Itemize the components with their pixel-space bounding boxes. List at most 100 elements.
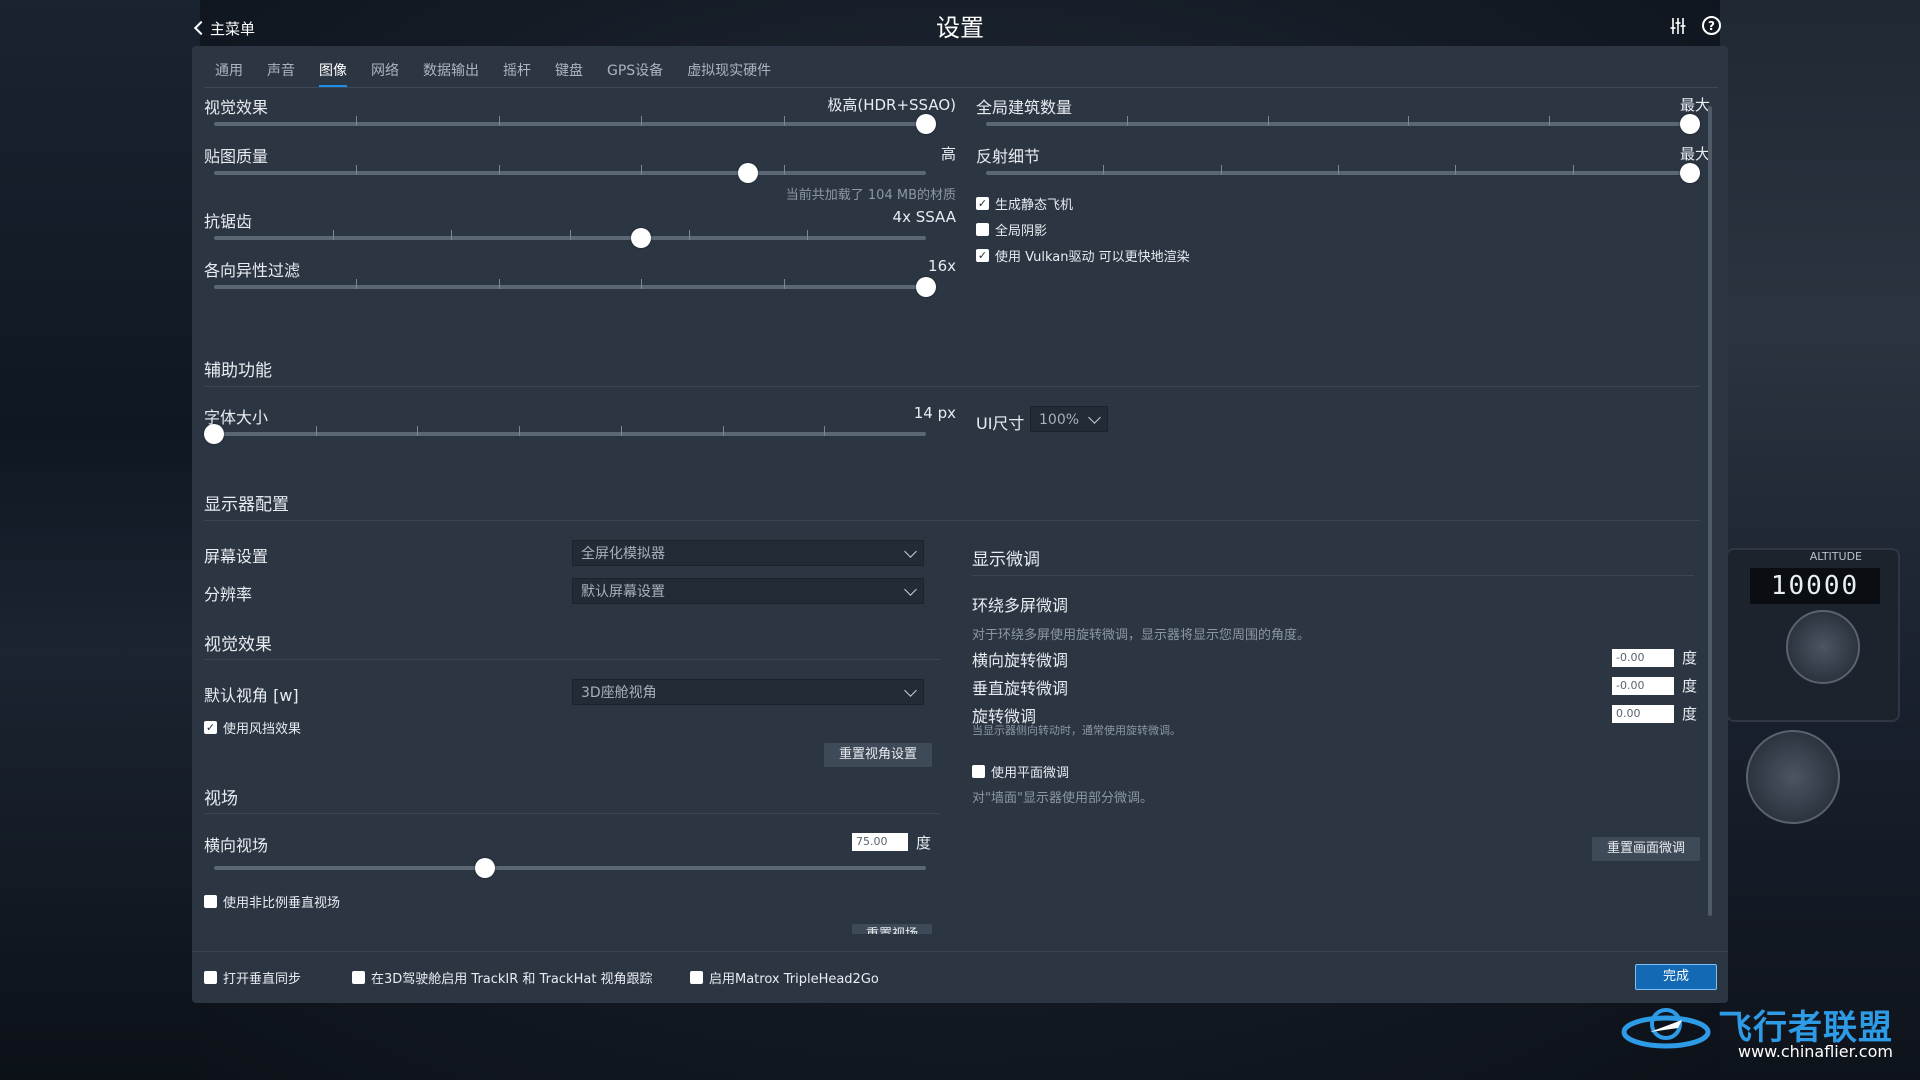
slider-tick: [1455, 165, 1456, 175]
default-view-label: 默认视角 [w]: [204, 686, 299, 705]
global-shadows-checkbox[interactable]: 全局阴影: [976, 220, 1047, 239]
screen-setting-label: 屏幕设置: [204, 547, 269, 566]
default-view-value: 3D座舱视角: [581, 685, 657, 701]
tab-network[interactable]: 网络: [371, 60, 399, 88]
vulkan-checkbox[interactable]: ✓ 使用 Vulkan驱动 可以更快地渲染: [976, 246, 1190, 265]
slider-track: [214, 122, 926, 126]
monitor-config-divider: [204, 520, 1700, 521]
reset-view-button[interactable]: 重置视角设置: [824, 743, 932, 767]
slider-tick: [1408, 116, 1409, 126]
slider-tick: [499, 279, 500, 289]
slider-tick: [784, 116, 785, 126]
chevron-down-icon: [904, 545, 917, 558]
display-fine-tune-heading: 显示微调: [972, 550, 1040, 570]
screen-setting-dropdown[interactable]: 全屏化模拟器: [572, 540, 924, 566]
tab-general[interactable]: 通用: [215, 60, 243, 88]
slider-tick: [723, 426, 724, 436]
nonproportional-fov-checkbox[interactable]: 使用非比例垂直视场: [204, 892, 340, 911]
tab-vr-hardware[interactable]: 虚拟现实硬件: [687, 60, 771, 88]
reset-fine-tune-button[interactable]: 重置画面微调: [1592, 837, 1700, 861]
screen-setting-value: 全屏化模拟器: [581, 546, 665, 562]
slider-track: [214, 432, 926, 436]
slider-thumb[interactable]: [916, 114, 936, 134]
flat-fine-tune-checkbox[interactable]: 使用平面微调: [972, 762, 1069, 781]
slider-tick: [689, 230, 690, 240]
windshield-effect-checkbox[interactable]: ✓ 使用风挡效果: [204, 718, 301, 737]
resolution-dropdown[interactable]: 默认屏幕设置: [572, 578, 924, 604]
slider-thumb[interactable]: [204, 424, 224, 444]
tab-keyboard[interactable]: 键盘: [555, 60, 583, 88]
page-title: 设置: [936, 14, 984, 42]
resolution-label: 分辨率: [204, 585, 253, 604]
field-of-view-divider: [204, 813, 940, 814]
lateral-rotation-input[interactable]: -0.00: [1612, 649, 1674, 667]
slider-thumb[interactable]: [631, 228, 651, 248]
visual-effects-slider[interactable]: [214, 114, 936, 134]
slider-tick: [417, 426, 418, 436]
roll-rotation-input[interactable]: 0.00: [1612, 705, 1674, 723]
help-icon[interactable]: ?: [1702, 16, 1721, 35]
texture-quality-slider[interactable]: [214, 163, 926, 183]
texture-quality-value: 高: [940, 145, 956, 163]
tab-gps[interactable]: GPS设备: [607, 60, 663, 88]
slider-tick: [356, 116, 357, 126]
slider-thumb[interactable]: [475, 858, 495, 878]
matrox-checkbox[interactable]: 启用Matrox TripleHead2Go: [690, 968, 879, 987]
sliders-icon[interactable]: [1668, 16, 1688, 36]
texture-memory-hint: 当前共加载了 104 MB的材质: [785, 188, 956, 203]
slider-tick: [316, 426, 317, 436]
vsync-label: 打开垂直同步: [223, 972, 302, 987]
tab-data-output[interactable]: 数据输出: [423, 60, 479, 88]
trackir-checkbox[interactable]: 在3D驾驶舱启用 TrackIR 和 TrackHat 视角跟踪: [352, 968, 653, 987]
horizontal-fov-input[interactable]: 75.00: [852, 833, 908, 851]
slider-thumb[interactable]: [738, 163, 758, 183]
building-count-slider[interactable]: [986, 114, 1700, 134]
watermark-logo: [1621, 1008, 1711, 1049]
accessibility-divider: [204, 386, 1700, 387]
slider-tick: [621, 426, 622, 436]
chevron-down-icon: [904, 583, 917, 596]
reflection-detail-slider[interactable]: [986, 163, 1700, 183]
antialiasing-slider[interactable]: [214, 228, 926, 248]
done-button[interactable]: 完成: [1635, 964, 1717, 990]
vertical-rotation-label: 垂直旋转微调: [972, 679, 1069, 698]
scrollbar[interactable]: [1708, 106, 1712, 916]
anisotropic-slider[interactable]: [214, 277, 936, 297]
slider-thumb[interactable]: [1680, 114, 1700, 134]
slider-tick: [824, 426, 825, 436]
global-shadows-label: 全局阴影: [995, 224, 1048, 239]
display-fine-tune-divider: [972, 575, 1694, 576]
static-aircraft-checkbox[interactable]: ✓ 生成静态飞机: [976, 194, 1073, 213]
slider-tick: [1338, 165, 1339, 175]
slider-track: [214, 866, 926, 870]
windshield-effect-label: 使用风挡效果: [223, 722, 302, 737]
slider-tick: [641, 116, 642, 126]
reflection-detail-value: 最大: [1679, 145, 1710, 163]
horizontal-fov-slider[interactable]: [214, 858, 926, 878]
horizontal-fov-label: 横向视场: [204, 836, 269, 855]
chevron-down-icon: [904, 684, 917, 697]
vsync-checkbox[interactable]: 打开垂直同步: [204, 968, 301, 987]
tab-bar: 通用 声音 图像 网络 数据输出 摇杆 键盘 GPS设备 虚拟现实硬件: [215, 60, 795, 88]
ui-size-dropdown[interactable]: 100%: [1030, 406, 1108, 432]
default-view-dropdown[interactable]: 3D座舱视角: [572, 679, 924, 705]
slider-track: [986, 122, 1690, 126]
font-size-value: 14 px: [913, 404, 956, 422]
vertical-rotation-unit: 度: [1682, 677, 1698, 695]
font-size-slider[interactable]: [204, 424, 926, 444]
checkbox-box: ✓: [204, 721, 217, 734]
slider-tick: [356, 279, 357, 289]
tab-joystick[interactable]: 摇杆: [503, 60, 531, 88]
slider-tick: [333, 230, 334, 240]
reset-fov-button[interactable]: 重置视场: [852, 924, 932, 934]
slider-thumb[interactable]: [1680, 163, 1700, 183]
slider-tick: [570, 230, 571, 240]
vertical-rotation-input[interactable]: -0.00: [1612, 677, 1674, 695]
checkbox-box: [204, 971, 217, 984]
tab-sound[interactable]: 声音: [267, 60, 295, 88]
wrap-fine-tune-desc: 对于环绕多屏使用旋转微调，显示器将显示您周围的角度。: [972, 628, 1311, 643]
tab-graphics[interactable]: 图像: [319, 60, 347, 88]
slider-thumb[interactable]: [916, 277, 936, 297]
background-cockpit-left: [0, 0, 200, 1080]
slider-tick: [641, 279, 642, 289]
